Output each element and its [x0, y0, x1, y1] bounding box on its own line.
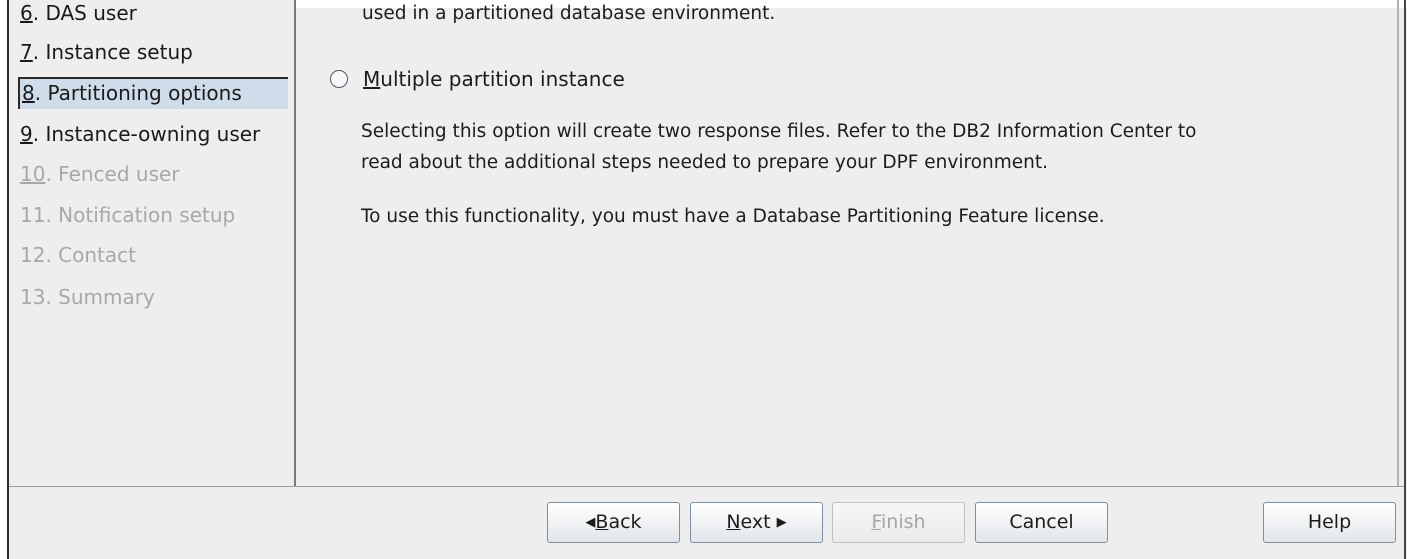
license-note: To use this functionality, you must have… — [361, 206, 1105, 227]
sidebar-item-label: . Notification setup — [45, 203, 236, 227]
sidebar-item-label: . Contact — [45, 243, 136, 267]
sidebar-item-partitioning-options[interactable]: 8. Partitioning options — [18, 77, 288, 109]
help-button[interactable]: Help — [1263, 502, 1396, 543]
multiple-partition-label[interactable]: Multiple partition instance — [363, 67, 625, 91]
sidebar-item-contact: 12. Contact — [20, 239, 136, 271]
finish-button: Finish — [832, 502, 965, 543]
help-label: Help — [1307, 511, 1352, 533]
back-arrow-icon: ◀ — [585, 515, 596, 530]
window-left-border — [7, 0, 9, 559]
back-mnemonic: B — [595, 511, 609, 533]
back-label: ack — [608, 511, 642, 533]
sidebar-item-instance-setup[interactable]: 7. Instance setup — [20, 36, 193, 68]
sidebar-item-number: 6 — [20, 1, 33, 25]
finish-mnemonic: F — [871, 511, 881, 533]
sidebar-item-label: . Partitioning options — [34, 81, 242, 105]
response-files-description-2: read about the additional steps needed t… — [361, 152, 1048, 173]
sidebar-item-number: 7 — [20, 40, 33, 64]
radio-label-text: ultiple partition instance — [380, 67, 625, 91]
back-button[interactable]: ◀Back — [547, 502, 680, 543]
sidebar-divider — [294, 0, 296, 486]
sidebar-item-das-user[interactable]: 6. DAS user — [20, 0, 137, 29]
footer-separator — [9, 486, 1404, 487]
sidebar-item-number: 9 — [20, 122, 33, 146]
sidebar-item-number: 8 — [22, 81, 35, 105]
multiple-partition-radio-option[interactable]: Multiple partition instance — [330, 64, 625, 94]
sidebar-item-summary: 13. Summary — [20, 281, 155, 313]
next-label: ext — [740, 511, 771, 533]
multiple-partition-radio[interactable] — [330, 70, 348, 88]
sidebar-item-label: . Instance-owning user — [32, 122, 261, 146]
sidebar-item-number: 10 — [20, 162, 46, 186]
sidebar-item-fenced-user: 10. Fenced user — [20, 158, 180, 190]
sidebar-item-label: . DAS user — [32, 1, 137, 25]
radio-label-mnemonic: M — [363, 67, 381, 91]
content-panel-border — [1397, 0, 1399, 486]
sidebar-item-label: . Instance setup — [32, 40, 193, 64]
installer-window: 6. DAS user 7. Instance setup 8. Partiti… — [0, 0, 1407, 559]
partition-description-tail: used in a partitioned database environme… — [362, 3, 776, 24]
finish-label: inish — [881, 511, 926, 533]
next-button[interactable]: Next ▶ — [690, 502, 823, 543]
sidebar-item-label: . Summary — [45, 285, 155, 309]
cancel-label: Cancel — [1009, 511, 1074, 533]
next-arrow-icon: ▶ — [776, 515, 787, 530]
sidebar-item-number: 11 — [20, 203, 46, 227]
cancel-button[interactable]: Cancel — [975, 502, 1108, 543]
response-files-description-1: Selecting this option will create two re… — [361, 121, 1197, 142]
next-mnemonic: N — [726, 511, 741, 533]
sidebar-item-number: 12 — [20, 243, 46, 267]
sidebar-item-number: 13 — [20, 285, 46, 309]
window-right-border — [1404, 0, 1406, 559]
sidebar-item-notification-setup: 11. Notification setup — [20, 199, 235, 231]
sidebar-item-label: . Fenced user — [45, 162, 180, 186]
sidebar-item-instance-owning-user[interactable]: 9. Instance-owning user — [20, 118, 260, 150]
